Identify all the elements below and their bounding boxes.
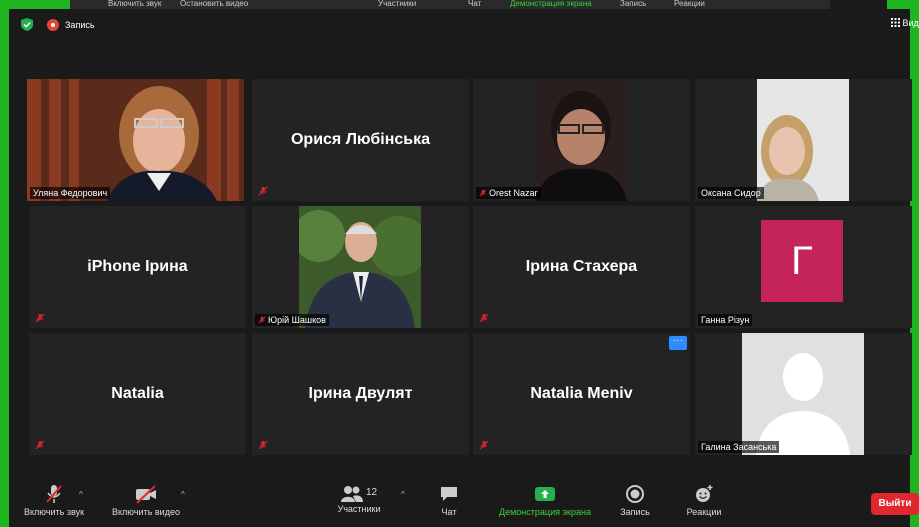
participants-count: 12: [366, 487, 378, 498]
share-floating-toolbar: Включить звук Остановить видео Участники…: [70, 0, 830, 9]
participant-name-label: Юрій Шашков: [255, 314, 329, 326]
video-tile[interactable]: Уляна Федорович: [27, 79, 244, 201]
participant-display-name: Natalia: [111, 385, 164, 402]
share-frame-left: [0, 0, 9, 527]
mic-muted-icon: [258, 440, 268, 450]
shield-icon[interactable]: [21, 18, 33, 31]
video-tile[interactable]: iPhone Ірина: [29, 206, 246, 328]
share-screen-button[interactable]: Демонстрация экрана: [485, 484, 605, 517]
participant-video: [535, 79, 627, 201]
share-bar-share[interactable]: Демонстрация экрана: [510, 0, 592, 8]
participant-name-label: Оксана Сидор: [698, 187, 764, 199]
mic-muted-icon: [479, 189, 487, 197]
video-tile[interactable]: Ірина Двулят: [252, 333, 469, 455]
mic-muted-icon: [46, 485, 62, 503]
share-bar-unmute[interactable]: Включить звук: [108, 0, 161, 8]
participant-display-name: Ірина Стахера: [525, 258, 638, 275]
video-tile[interactable]: Orest Nazar: [473, 79, 690, 201]
participant-display-name: Natalia Meniv: [530, 385, 633, 402]
view-button[interactable]: Вид: [891, 18, 919, 28]
participant-video: [757, 79, 849, 201]
chat-button[interactable]: Чат: [429, 484, 469, 517]
share-screen-icon: [535, 487, 555, 501]
video-tile[interactable]: Г Ганна Різун: [695, 206, 912, 328]
participant-display-name: Ірина Двулят: [308, 385, 413, 402]
grid-icon: [891, 18, 900, 27]
reactions-icon: [696, 485, 713, 502]
share-screen-label: Демонстрация экрана: [499, 507, 591, 517]
participant-avatar: Г: [761, 220, 843, 302]
participant-display-name: Орися Любінська: [290, 131, 431, 148]
video-tile[interactable]: Ірина Стахера: [473, 206, 690, 328]
audio-options-caret[interactable]: ^: [79, 490, 83, 499]
video-tile[interactable]: Галина Засанська: [695, 333, 912, 455]
participants-options-caret[interactable]: ^: [401, 490, 405, 499]
share-frame-top-right: [887, 0, 919, 9]
meeting-toolbar: Включить звук ^ Включить видео ^ 12 Учас…: [9, 480, 919, 527]
chat-label: Чат: [441, 507, 457, 517]
share-bar-record[interactable]: Запись: [620, 0, 646, 8]
unmute-button[interactable]: Включить звук: [17, 484, 91, 517]
participant-name-label: Галина Засанська: [698, 441, 780, 453]
mic-muted-icon: [258, 186, 268, 196]
chat-icon: [441, 487, 457, 501]
record-button[interactable]: Запись: [615, 484, 655, 517]
share-bar-chat[interactable]: Чат: [468, 0, 481, 8]
participant-name-label: Ганна Різун: [698, 314, 753, 326]
mic-muted-icon: [258, 316, 266, 324]
video-options-caret[interactable]: ^: [181, 490, 185, 499]
record-icon: [626, 485, 644, 503]
default-avatar-silhouette: [742, 333, 864, 455]
unmute-label: Включить звук: [23, 507, 85, 517]
more-options-button[interactable]: ···: [669, 336, 687, 350]
share-bar-participants[interactable]: Участники: [378, 0, 416, 8]
share-bar-reactions[interactable]: Реакции: [674, 0, 705, 8]
meeting-top-bar: Запись Вид: [9, 9, 919, 41]
view-label: Вид: [902, 18, 919, 28]
start-video-label: Включить видео: [112, 507, 180, 517]
video-tile[interactable]: Орися Любінська: [252, 79, 469, 201]
participant-video: [27, 79, 244, 201]
mic-muted-icon: [479, 440, 489, 450]
participants-icon: [341, 486, 363, 502]
mic-muted-icon: [479, 313, 489, 323]
reactions-label: Реакции: [686, 507, 722, 517]
video-tile[interactable]: Оксана Сидор: [695, 79, 912, 201]
participant-name-label: Orest Nazar: [476, 187, 541, 199]
start-video-button[interactable]: Включить видео: [101, 484, 191, 517]
participant-display-name: iPhone Ірина: [87, 258, 188, 275]
record-label: Запись: [620, 507, 650, 517]
reactions-button[interactable]: Реакции: [681, 484, 727, 517]
video-off-icon: [136, 485, 156, 504]
video-tile[interactable]: Юрій Шашков: [252, 206, 469, 328]
video-tile[interactable]: Natalia: [29, 333, 246, 455]
mic-muted-icon: [35, 440, 45, 450]
recording-label: Запись: [65, 20, 95, 30]
recording-icon: [47, 19, 59, 31]
share-bar-stop-video[interactable]: Остановить видео: [180, 0, 248, 8]
participant-video: [299, 206, 421, 328]
leave-meeting-button[interactable]: Выйти: [871, 493, 919, 515]
participants-button[interactable]: 12 Участники: [329, 484, 389, 514]
video-tile[interactable]: ··· Natalia Meniv: [473, 333, 690, 455]
participants-label: Участники: [337, 504, 381, 514]
participant-name-label: Уляна Федорович: [30, 187, 111, 199]
mic-muted-icon: [35, 313, 45, 323]
